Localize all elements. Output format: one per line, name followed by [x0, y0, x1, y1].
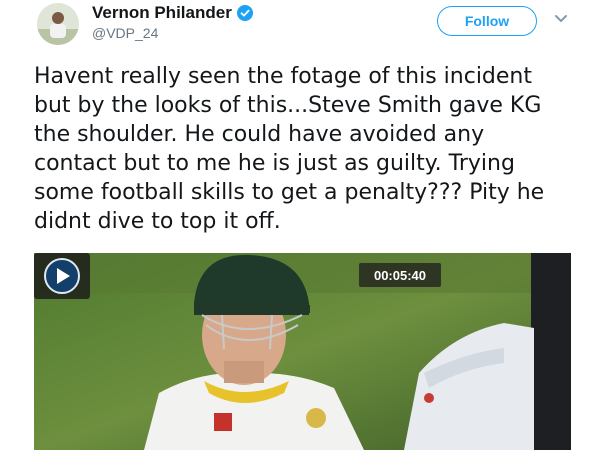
verified-badge-icon	[236, 5, 253, 21]
video-media[interactable]: 00:05:40	[34, 253, 571, 450]
tweet-text: Havent really seen the fotage of this in…	[34, 64, 545, 234]
user-handle[interactable]: @VDP_24	[92, 25, 158, 41]
follow-button[interactable]: Follow	[437, 6, 537, 36]
author-name-row[interactable]: Vernon Philander	[92, 3, 253, 23]
chevron-down-icon[interactable]	[554, 14, 568, 24]
avatar[interactable]	[37, 3, 79, 45]
video-timestamp: 00:05:40	[359, 263, 441, 287]
video-frame	[34, 253, 571, 450]
play-icon[interactable]	[34, 253, 90, 299]
display-name[interactable]: Vernon Philander	[92, 3, 232, 23]
